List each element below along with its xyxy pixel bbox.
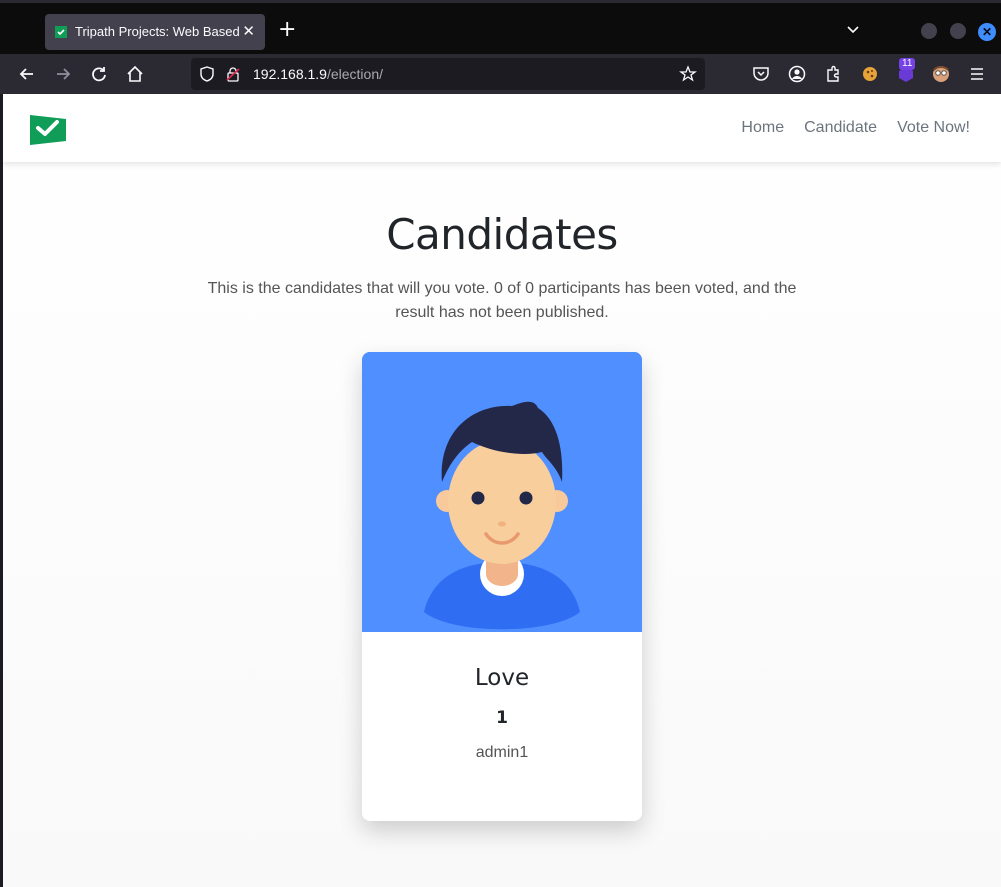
- minimize-window-icon[interactable]: [921, 23, 937, 39]
- shield-icon[interactable]: [199, 66, 215, 82]
- menu-icon[interactable]: [967, 64, 987, 84]
- maximize-window-icon[interactable]: [950, 23, 966, 39]
- nav-home-link[interactable]: Home: [741, 119, 784, 137]
- bookmark-star-icon[interactable]: [679, 65, 697, 83]
- address-bar[interactable]: 192.168.1.9/election/: [191, 58, 705, 90]
- url-text: 192.168.1.9/election/: [253, 66, 384, 82]
- pocket-icon[interactable]: [751, 64, 771, 84]
- tab-title: Tripath Projects: Web Based: [75, 24, 240, 39]
- browser-tab[interactable]: Tripath Projects: Web Based ✕: [45, 14, 265, 50]
- browser-tab-bar: Tripath Projects: Web Based ✕ + ✕: [0, 0, 1001, 54]
- cookie-extension-icon[interactable]: [860, 64, 880, 84]
- extension-badge: 11: [899, 58, 916, 70]
- reload-icon[interactable]: [89, 64, 109, 84]
- site-favicon-icon: [55, 26, 67, 38]
- extensions-icon[interactable]: [823, 64, 843, 84]
- close-window-icon[interactable]: ✕: [978, 23, 996, 41]
- nav-candidate-link[interactable]: Candidate: [804, 119, 877, 137]
- candidate-number: 1: [496, 708, 508, 728]
- candidate-avatar-image: [362, 352, 642, 632]
- list-all-tabs-icon[interactable]: [846, 23, 860, 37]
- back-icon[interactable]: [17, 64, 37, 84]
- new-tab-icon[interactable]: +: [278, 19, 296, 41]
- site-nav: Home Candidate Vote Now!: [741, 119, 970, 137]
- site-header: Home Candidate Vote Now!: [3, 94, 1001, 162]
- account-icon[interactable]: [787, 64, 807, 84]
- forward-icon[interactable]: [53, 64, 73, 84]
- avatar-extension-icon[interactable]: [931, 64, 951, 84]
- insecure-lock-icon[interactable]: [225, 66, 241, 82]
- nav-vote-now-link[interactable]: Vote Now!: [897, 119, 970, 137]
- page-title: Candidates: [386, 210, 618, 259]
- candidate-card[interactable]: Love 1 admin1: [362, 352, 642, 821]
- candidate-username: admin1: [475, 744, 529, 761]
- home-icon[interactable]: [125, 64, 145, 84]
- page-description: This is the candidates that will you vot…: [207, 280, 797, 321]
- browser-nav-bar: 192.168.1.9/election/ 11: [0, 54, 1001, 94]
- vote-check-logo-icon[interactable]: [30, 111, 66, 145]
- page-content: Home Candidate Vote Now! Candidates This…: [3, 94, 1001, 887]
- candidate-name: Love: [474, 665, 530, 691]
- tab-close-icon[interactable]: ✕: [242, 22, 255, 40]
